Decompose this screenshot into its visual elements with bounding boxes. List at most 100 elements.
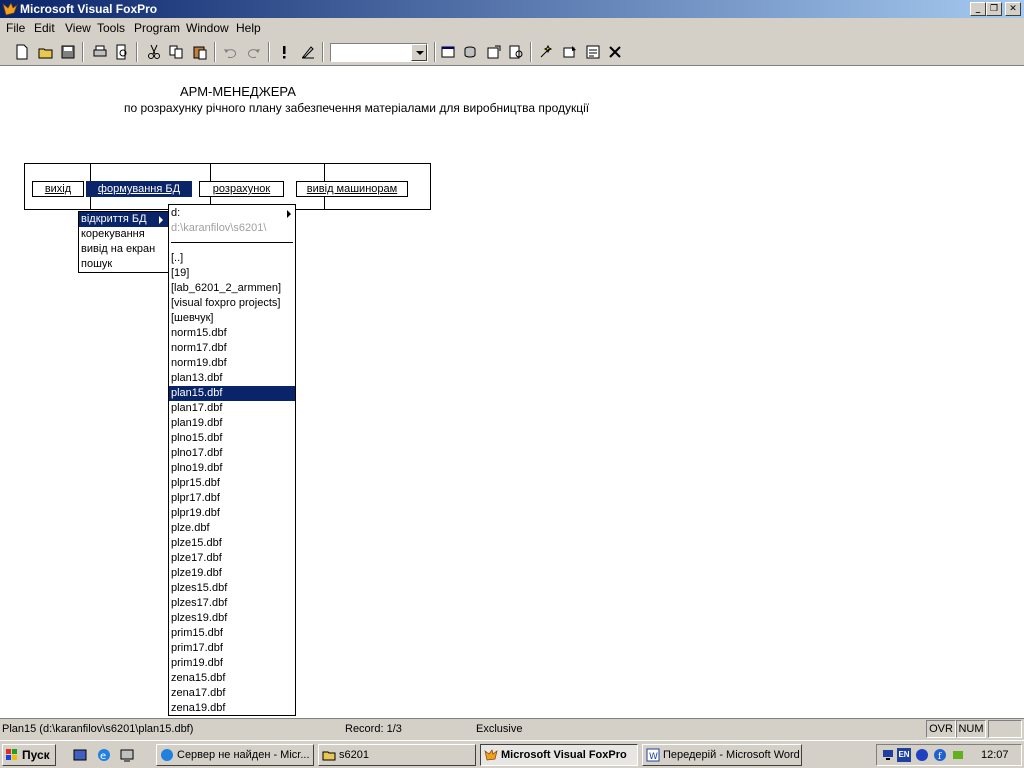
file-list-item[interactable]: norm17.dbf	[169, 341, 295, 356]
file-list-item[interactable]: plzes17.dbf	[169, 596, 295, 611]
folder-icon	[322, 751, 336, 761]
task-ie[interactable]: Сервер не найден - Micr...	[156, 744, 314, 766]
file-list-item[interactable]: [19]	[169, 266, 295, 281]
options-icon[interactable]	[605, 42, 625, 62]
status-bar: Plan15 (d:\karanfilov\s6201\plan15.dbf) …	[0, 718, 1024, 740]
menu-help[interactable]: Help	[236, 21, 261, 35]
new-icon[interactable]	[12, 42, 32, 62]
task-foxpro[interactable]: Microsoft Visual FoxPro	[480, 744, 638, 766]
file-list-item[interactable]: plan19.dbf	[169, 416, 295, 431]
antivirus-icon[interactable]	[915, 748, 929, 762]
file-list-item[interactable]: plno15.dbf	[169, 431, 295, 446]
file-list-item[interactable]: plan17.dbf	[169, 401, 295, 416]
autoform-icon[interactable]	[583, 42, 603, 62]
menu-program[interactable]: Program	[134, 21, 180, 35]
cut-icon[interactable]	[144, 42, 164, 62]
menu-view[interactable]: View	[65, 21, 91, 35]
run-icon[interactable]	[274, 42, 294, 62]
file-list-item[interactable]: plno19.dbf	[169, 461, 295, 476]
menu-file[interactable]: File	[6, 21, 25, 35]
toolbar-separator	[268, 42, 270, 62]
file-list-item[interactable]: norm15.dbf	[169, 326, 295, 341]
toolbar-separator	[214, 42, 216, 62]
file-list-item[interactable]: zena15.dbf	[169, 671, 295, 686]
language-indicator[interactable]: EN	[897, 748, 911, 762]
file-list-item[interactable]: zena19.dbf	[169, 701, 295, 716]
database-combo[interactable]	[330, 43, 428, 62]
undo-icon[interactable]	[220, 42, 240, 62]
exit-button[interactable]: вихід	[32, 181, 84, 197]
view-code-icon[interactable]	[506, 42, 526, 62]
maximize-button[interactable]: ❐	[986, 2, 1002, 16]
main-menu-panel: вихід формування БД розрахунок вивід маш…	[24, 163, 431, 210]
file-list-item[interactable]: prim19.dbf	[169, 656, 295, 671]
print-preview-icon[interactable]	[112, 42, 132, 62]
copy-icon[interactable]	[166, 42, 186, 62]
file-list-item[interactable]: norm19.dbf	[169, 356, 295, 371]
submenu-item-open-db[interactable]: відкриття БД	[79, 212, 169, 227]
form-db-submenu: відкриття БД корекування вивід на екран …	[78, 211, 170, 273]
clock: 12:07	[981, 749, 1009, 761]
properties-icon[interactable]	[484, 42, 504, 62]
start-button[interactable]: Пуск	[2, 744, 56, 766]
file-list-item[interactable]: plno17.dbf	[169, 446, 295, 461]
app-subtitle: по розрахунку річного плану забезпечення…	[124, 101, 590, 115]
submenu-item-display[interactable]: вивід на екран	[79, 242, 169, 257]
menu-edit[interactable]: Edit	[34, 21, 55, 35]
calculation-button[interactable]: розрахунок	[199, 181, 284, 197]
menu-window[interactable]: Window	[186, 21, 229, 35]
file-list-item[interactable]: plze17.dbf	[169, 551, 295, 566]
file-list-item[interactable]: [visual foxpro projects]	[169, 296, 295, 311]
file-list-item[interactable]: plzes15.dbf	[169, 581, 295, 596]
chevron-down-icon[interactable]	[411, 44, 427, 61]
report-wizard-icon[interactable]	[560, 42, 580, 62]
svg-text:W: W	[649, 752, 658, 762]
file-list-item[interactable]: prim17.dbf	[169, 641, 295, 656]
file-list-item[interactable]: prim15.dbf	[169, 626, 295, 641]
network-icon[interactable]	[881, 748, 895, 762]
redo-icon[interactable]	[244, 42, 264, 62]
info-icon[interactable]: f	[933, 748, 947, 762]
divider	[171, 242, 293, 243]
command-window-icon[interactable]	[438, 42, 458, 62]
file-list-item[interactable]: plpr17.dbf	[169, 491, 295, 506]
paste-icon[interactable]	[190, 42, 210, 62]
open-icon[interactable]	[36, 42, 56, 62]
output-machinograms-button[interactable]: вивід машинорам	[296, 181, 408, 197]
file-list-item[interactable]: plan15.dbf	[169, 386, 295, 401]
file-list-item[interactable]: plpr19.dbf	[169, 506, 295, 521]
submenu-item-search[interactable]: пошук	[79, 257, 169, 272]
submenu-item-edit[interactable]: корекування	[79, 227, 169, 242]
form-db-button[interactable]: формування БД	[86, 181, 192, 197]
start-label: Пуск	[22, 748, 50, 762]
file-list-item[interactable]: plan13.dbf	[169, 371, 295, 386]
close-button[interactable]: ✕	[1005, 2, 1021, 16]
task-explorer[interactable]: s6201	[318, 744, 476, 766]
file-list-item[interactable]: plze19.dbf	[169, 566, 295, 581]
toolbar-separator	[530, 42, 532, 62]
print-icon[interactable]	[90, 42, 110, 62]
menu-tools[interactable]: Tools	[97, 21, 125, 35]
toolbar-separator	[434, 42, 436, 62]
title-bar[interactable]: Microsoft Visual FoxPro _ ❐ ✕	[0, 0, 1024, 18]
modify-form-icon[interactable]	[298, 42, 318, 62]
minimize-button[interactable]: _	[970, 2, 986, 16]
show-desktop-icon[interactable]	[119, 747, 135, 763]
drive-selector[interactable]: d:	[169, 206, 295, 221]
file-list-item[interactable]: plpr15.dbf	[169, 476, 295, 491]
file-list-item[interactable]: plze15.dbf	[169, 536, 295, 551]
file-list-item[interactable]: plze.dbf	[169, 521, 295, 536]
file-list-item[interactable]: [lab_6201_2_armmen]	[169, 281, 295, 296]
toolbar-separator	[82, 42, 84, 62]
save-icon[interactable]	[58, 42, 78, 62]
file-list-item[interactable]: [..]	[169, 251, 295, 266]
internet-explorer-icon[interactable]: e	[96, 747, 112, 763]
task-word[interactable]: W Передерій - Microsoft Word	[642, 744, 802, 766]
file-list-item[interactable]: [шевчук]	[169, 311, 295, 326]
file-list-item[interactable]: plzes19.dbf	[169, 611, 295, 626]
file-list-item[interactable]: zena17.dbf	[169, 686, 295, 701]
volume-icon[interactable]	[951, 748, 965, 762]
outlook-icon[interactable]	[72, 747, 88, 763]
data-session-icon[interactable]	[460, 42, 480, 62]
form-wizard-icon[interactable]	[536, 42, 556, 62]
